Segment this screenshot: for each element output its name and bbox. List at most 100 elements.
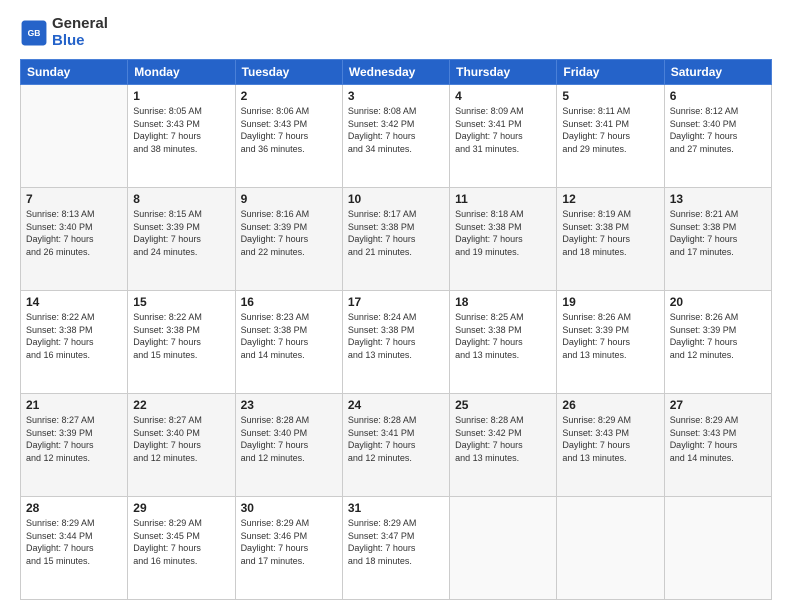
calendar-table: SundayMondayTuesdayWednesdayThursdayFrid… bbox=[20, 59, 772, 600]
day-info: Sunrise: 8:28 AM Sunset: 3:41 PM Dayligh… bbox=[348, 414, 444, 464]
day-number: 7 bbox=[26, 192, 122, 206]
day-info: Sunrise: 8:06 AM Sunset: 3:43 PM Dayligh… bbox=[241, 105, 337, 155]
calendar-cell: 12 Sunrise: 8:19 AM Sunset: 3:38 PM Dayli… bbox=[557, 188, 664, 291]
calendar-cell: 13Sunrise: 8:21 AM Sunset: 3:38 PM Dayli… bbox=[664, 188, 771, 291]
calendar-cell: 31 Sunrise: 8:29 AM Sunset: 3:47 PM Dayli… bbox=[342, 497, 449, 600]
day-number: 4 bbox=[455, 89, 551, 103]
calendar-cell: 24Sunrise: 8:28 AM Sunset: 3:41 PM Dayli… bbox=[342, 394, 449, 497]
calendar-cell: 16Sunrise: 8:23 AM Sunset: 3:38 PM Dayli… bbox=[235, 291, 342, 394]
day-header-saturday: Saturday bbox=[664, 60, 771, 85]
svg-text:GB: GB bbox=[28, 28, 41, 38]
day-info: Sunrise: 8:23 AM Sunset: 3:38 PM Dayligh… bbox=[241, 311, 337, 361]
calendar-week-row: 1 Sunrise: 8:05 AM Sunset: 3:43 PM Daylig… bbox=[21, 85, 772, 188]
calendar-cell: 4 Sunrise: 8:09 AM Sunset: 3:41 PM Daylig… bbox=[450, 85, 557, 188]
day-number: 22 bbox=[133, 398, 229, 412]
day-info: Sunrise: 8:29 AM Sunset: 3:44 PM Dayligh… bbox=[26, 517, 122, 567]
day-info: Sunrise: 8:15 AM Sunset: 3:39 PM Dayligh… bbox=[133, 208, 229, 258]
calendar-cell bbox=[21, 85, 128, 188]
logo-text-blue: Blue bbox=[52, 33, 108, 50]
day-info: Sunrise: 8:27 AM Sunset: 3:40 PM Dayligh… bbox=[133, 414, 229, 464]
day-info: Sunrise: 8:29 AM Sunset: 3:47 PM Dayligh… bbox=[348, 517, 444, 567]
day-info: Sunrise: 8:18 AM Sunset: 3:38 PM Dayligh… bbox=[455, 208, 551, 258]
day-header-thursday: Thursday bbox=[450, 60, 557, 85]
day-number: 9 bbox=[241, 192, 337, 206]
calendar-cell: 29 Sunrise: 8:29 AM Sunset: 3:45 PM Dayli… bbox=[128, 497, 235, 600]
calendar-cell: 30Sunrise: 8:29 AM Sunset: 3:46 PM Dayli… bbox=[235, 497, 342, 600]
day-number: 15 bbox=[133, 295, 229, 309]
calendar-cell bbox=[557, 497, 664, 600]
calendar-cell: 7 Sunrise: 8:13 AM Sunset: 3:40 PM Daylig… bbox=[21, 188, 128, 291]
day-number: 21 bbox=[26, 398, 122, 412]
day-number: 6 bbox=[670, 89, 766, 103]
day-header-wednesday: Wednesday bbox=[342, 60, 449, 85]
calendar-header-row: SundayMondayTuesdayWednesdayThursdayFrid… bbox=[21, 60, 772, 85]
day-header-monday: Monday bbox=[128, 60, 235, 85]
calendar-cell: 25 Sunrise: 8:28 AM Sunset: 3:42 PM Dayli… bbox=[450, 394, 557, 497]
day-info: Sunrise: 8:29 AM Sunset: 3:46 PM Dayligh… bbox=[241, 517, 337, 567]
calendar-cell: 3 Sunrise: 8:08 AM Sunset: 3:42 PM Daylig… bbox=[342, 85, 449, 188]
calendar-cell bbox=[664, 497, 771, 600]
calendar-cell: 28Sunrise: 8:29 AM Sunset: 3:44 PM Dayli… bbox=[21, 497, 128, 600]
calendar-cell: 14Sunrise: 8:22 AM Sunset: 3:38 PM Dayli… bbox=[21, 291, 128, 394]
day-number: 19 bbox=[562, 295, 658, 309]
day-number: 31 bbox=[348, 501, 444, 515]
day-info: Sunrise: 8:29 AM Sunset: 3:45 PM Dayligh… bbox=[133, 517, 229, 567]
calendar-cell: 1 Sunrise: 8:05 AM Sunset: 3:43 PM Daylig… bbox=[128, 85, 235, 188]
day-info: Sunrise: 8:25 AM Sunset: 3:38 PM Dayligh… bbox=[455, 311, 551, 361]
day-number: 26 bbox=[562, 398, 658, 412]
day-info: Sunrise: 8:28 AM Sunset: 3:40 PM Dayligh… bbox=[241, 414, 337, 464]
day-number: 25 bbox=[455, 398, 551, 412]
logo-text-general: General bbox=[52, 16, 108, 33]
day-info: Sunrise: 8:16 AM Sunset: 3:39 PM Dayligh… bbox=[241, 208, 337, 258]
logo-icon: GB bbox=[20, 19, 48, 47]
day-number: 14 bbox=[26, 295, 122, 309]
calendar-cell: 26 Sunrise: 8:29 AM Sunset: 3:43 PM Dayli… bbox=[557, 394, 664, 497]
day-number: 8 bbox=[133, 192, 229, 206]
calendar-cell: 18 Sunrise: 8:25 AM Sunset: 3:38 PM Dayli… bbox=[450, 291, 557, 394]
day-info: Sunrise: 8:24 AM Sunset: 3:38 PM Dayligh… bbox=[348, 311, 444, 361]
day-number: 12 bbox=[562, 192, 658, 206]
calendar-cell: 20 Sunrise: 8:26 AM Sunset: 3:39 PM Dayli… bbox=[664, 291, 771, 394]
calendar-week-row: 28Sunrise: 8:29 AM Sunset: 3:44 PM Dayli… bbox=[21, 497, 772, 600]
day-number: 29 bbox=[133, 501, 229, 515]
day-info: Sunrise: 8:17 AM Sunset: 3:38 PM Dayligh… bbox=[348, 208, 444, 258]
day-info: Sunrise: 8:21 AM Sunset: 3:38 PM Dayligh… bbox=[670, 208, 766, 258]
calendar-cell: 23 Sunrise: 8:28 AM Sunset: 3:40 PM Dayli… bbox=[235, 394, 342, 497]
day-info: Sunrise: 8:28 AM Sunset: 3:42 PM Dayligh… bbox=[455, 414, 551, 464]
day-info: Sunrise: 8:08 AM Sunset: 3:42 PM Dayligh… bbox=[348, 105, 444, 155]
calendar-cell: 17 Sunrise: 8:24 AM Sunset: 3:38 PM Dayli… bbox=[342, 291, 449, 394]
day-number: 23 bbox=[241, 398, 337, 412]
calendar-week-row: 14 Sunrise: 8:22 AM Sunset: 3:38 PM Dayli… bbox=[21, 291, 772, 394]
calendar-week-row: 7 Sunrise: 8:13 AM Sunset: 3:40 PM Daylig… bbox=[21, 188, 772, 291]
day-info: Sunrise: 8:19 AM Sunset: 3:38 PM Dayligh… bbox=[562, 208, 658, 258]
day-info: Sunrise: 8:05 AM Sunset: 3:43 PM Dayligh… bbox=[133, 105, 229, 155]
calendar-cell: 6Sunrise: 8:12 AM Sunset: 3:40 PM Daylig… bbox=[664, 85, 771, 188]
calendar-cell: 2Sunrise: 8:06 AM Sunset: 3:43 PM Daylig… bbox=[235, 85, 342, 188]
calendar-cell: 19 Sunrise: 8:26 AM Sunset: 3:39 PM Dayli… bbox=[557, 291, 664, 394]
day-number: 11 bbox=[455, 192, 551, 206]
calendar-cell: 8 Sunrise: 8:15 AM Sunset: 3:39 PM Daylig… bbox=[128, 188, 235, 291]
day-number: 20 bbox=[670, 295, 766, 309]
logo: GB General Blue bbox=[20, 16, 108, 49]
calendar-cell: 10 Sunrise: 8:17 AM Sunset: 3:38 PM Dayli… bbox=[342, 188, 449, 291]
calendar-cell: 15 Sunrise: 8:22 AM Sunset: 3:38 PM Dayli… bbox=[128, 291, 235, 394]
calendar-cell: 21 Sunrise: 8:27 AM Sunset: 3:39 PM Dayli… bbox=[21, 394, 128, 497]
day-header-sunday: Sunday bbox=[21, 60, 128, 85]
day-info: Sunrise: 8:27 AM Sunset: 3:39 PM Dayligh… bbox=[26, 414, 122, 464]
day-number: 18 bbox=[455, 295, 551, 309]
day-info: Sunrise: 8:13 AM Sunset: 3:40 PM Dayligh… bbox=[26, 208, 122, 258]
calendar-cell: 9 Sunrise: 8:16 AM Sunset: 3:39 PM Daylig… bbox=[235, 188, 342, 291]
day-info: Sunrise: 8:26 AM Sunset: 3:39 PM Dayligh… bbox=[562, 311, 658, 361]
day-info: Sunrise: 8:22 AM Sunset: 3:38 PM Dayligh… bbox=[133, 311, 229, 361]
day-header-tuesday: Tuesday bbox=[235, 60, 342, 85]
calendar-week-row: 21 Sunrise: 8:27 AM Sunset: 3:39 PM Dayli… bbox=[21, 394, 772, 497]
day-number: 17 bbox=[348, 295, 444, 309]
day-number: 3 bbox=[348, 89, 444, 103]
page: GB General Blue SundayMondayTuesdayWedne… bbox=[0, 0, 792, 612]
day-info: Sunrise: 8:29 AM Sunset: 3:43 PM Dayligh… bbox=[562, 414, 658, 464]
day-info: Sunrise: 8:26 AM Sunset: 3:39 PM Dayligh… bbox=[670, 311, 766, 361]
day-number: 10 bbox=[348, 192, 444, 206]
day-number: 1 bbox=[133, 89, 229, 103]
day-info: Sunrise: 8:09 AM Sunset: 3:41 PM Dayligh… bbox=[455, 105, 551, 155]
calendar-cell bbox=[450, 497, 557, 600]
